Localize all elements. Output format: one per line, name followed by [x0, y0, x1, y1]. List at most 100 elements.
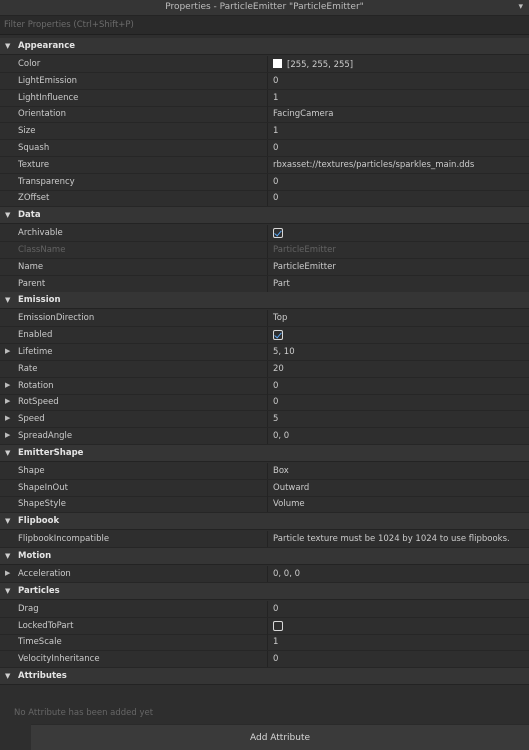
column-divider[interactable]	[267, 56, 268, 72]
column-divider[interactable]	[267, 479, 268, 496]
property-row-lifetime[interactable]: ▶ Lifetime 5, 10	[0, 344, 529, 361]
property-row-parent[interactable]: Parent Part	[0, 275, 529, 293]
property-row-enabled[interactable]: Enabled	[0, 327, 529, 345]
property-value[interactable]: 0	[273, 381, 278, 391]
collapse-arrow-icon[interactable]: ▼	[5, 552, 10, 560]
property-row-archivable[interactable]: Archivable	[0, 225, 529, 243]
column-divider[interactable]	[267, 190, 268, 207]
collapse-arrow-icon[interactable]: ▼	[5, 42, 10, 50]
column-divider[interactable]	[267, 173, 268, 190]
property-value[interactable]: Volume	[273, 499, 305, 509]
property-row-emissiondirection[interactable]: EmissionDirection Top	[0, 310, 529, 328]
property-row-rotation[interactable]: ▶ Rotation 0	[0, 377, 529, 395]
checkbox-checked-icon[interactable]	[273, 228, 283, 239]
expand-arrow-icon[interactable]: ▶	[5, 381, 10, 389]
column-divider[interactable]	[267, 327, 268, 344]
category-header-appearance[interactable]: ▼ Appearance	[0, 38, 529, 55]
expand-arrow-icon[interactable]: ▶	[5, 569, 10, 577]
property-value[interactable]: 1	[273, 637, 278, 647]
column-divider[interactable]	[267, 72, 268, 89]
property-row-transparency[interactable]: Transparency 0	[0, 173, 529, 191]
property-row-velocityinheritance[interactable]: VelocityInheritance 0	[0, 651, 529, 669]
column-divider[interactable]	[267, 123, 268, 140]
property-value[interactable]: FacingCamera	[273, 109, 334, 119]
property-row-shapestyle[interactable]: ShapeStyle Volume	[0, 496, 529, 514]
column-divider[interactable]	[267, 89, 268, 106]
category-header-particles[interactable]: ▼ Particles	[0, 582, 529, 600]
column-divider[interactable]	[267, 258, 268, 275]
property-row-speed[interactable]: ▶ Speed 5	[0, 411, 529, 429]
property-value[interactable]: 0	[273, 654, 278, 664]
collapse-arrow-icon[interactable]: ▼	[5, 672, 10, 680]
column-divider[interactable]	[267, 411, 268, 428]
property-row-lockedtopart[interactable]: LockedToPart	[0, 617, 529, 635]
property-row-name[interactable]: Name ParticleEmitter	[0, 258, 529, 276]
property-row-flipbookincompatible[interactable]: FlipbookIncompatible Particle texture mus…	[0, 531, 529, 549]
property-row-color[interactable]: Color [255, 255, 255]	[0, 56, 529, 73]
add-attribute-button[interactable]: Add Attribute	[31, 724, 529, 750]
column-divider[interactable]	[267, 360, 268, 377]
column-divider[interactable]	[267, 428, 268, 444]
property-value[interactable]: 0	[273, 604, 278, 614]
property-value[interactable]: Outward	[273, 483, 309, 493]
collapse-arrow-icon[interactable]: ▼	[5, 211, 10, 219]
column-divider[interactable]	[267, 242, 268, 258]
collapse-arrow-icon[interactable]: ▼	[5, 296, 10, 304]
column-divider[interactable]	[267, 600, 268, 617]
category-header-data[interactable]: ▼ Data	[0, 207, 529, 225]
expand-arrow-icon[interactable]: ▶	[5, 397, 10, 405]
column-divider[interactable]	[267, 140, 268, 156]
category-header-emittershape[interactable]: ▼ EmitterShape	[0, 444, 529, 462]
property-value[interactable]: 1	[273, 93, 278, 103]
property-value[interactable]	[273, 228, 283, 240]
property-value[interactable]: 0	[273, 143, 278, 153]
column-divider[interactable]	[267, 394, 268, 411]
color-swatch-icon[interactable]	[273, 59, 282, 68]
column-divider[interactable]	[267, 225, 268, 242]
column-divider[interactable]	[267, 377, 268, 394]
property-value[interactable]: 0	[273, 397, 278, 407]
property-row-zoffset[interactable]: ZOffset 0	[0, 190, 529, 208]
column-divider[interactable]	[267, 566, 268, 582]
property-row-drag[interactable]: Drag 0	[0, 600, 529, 618]
property-value[interactable]: Particle texture must be 1024 by 1024 to…	[273, 534, 510, 544]
property-row-orientation[interactable]: Orientation FacingCamera	[0, 106, 529, 124]
category-header-flipbook[interactable]: ▼ Flipbook	[0, 513, 529, 531]
column-divider[interactable]	[267, 344, 268, 360]
column-divider[interactable]	[267, 531, 268, 548]
property-row-shape[interactable]: Shape Box	[0, 462, 529, 480]
column-divider[interactable]	[267, 651, 268, 668]
column-divider[interactable]	[267, 496, 268, 513]
property-value[interactable]: [255, 255, 255]	[273, 59, 353, 70]
filter-properties-input[interactable]	[0, 16, 529, 34]
chevron-down-icon[interactable]: ▾	[518, 2, 523, 12]
property-value[interactable]: 1	[273, 126, 278, 136]
column-divider[interactable]	[267, 310, 268, 327]
property-value[interactable]: ParticleEmitter	[273, 262, 336, 272]
property-row-size[interactable]: Size 1	[0, 123, 529, 141]
property-value[interactable]: 5	[273, 414, 278, 424]
property-row-lightemission[interactable]: LightEmission 0	[0, 72, 529, 90]
column-divider[interactable]	[267, 275, 268, 292]
category-header-motion[interactable]: ▼ Motion	[0, 548, 529, 565]
property-row-squash[interactable]: Squash 0	[0, 140, 529, 157]
property-value[interactable]	[273, 620, 283, 633]
property-value[interactable]: Top	[273, 313, 287, 323]
property-row-rotspeed[interactable]: ▶ RotSpeed 0	[0, 394, 529, 412]
property-row-rate[interactable]: Rate 20	[0, 360, 529, 378]
property-value[interactable]: Part	[273, 279, 290, 289]
property-row-classname[interactable]: ClassName ParticleEmitter	[0, 242, 529, 259]
property-value[interactable]: 5, 10	[273, 347, 295, 357]
property-row-spreadangle[interactable]: ▶ SpreadAngle 0, 0	[0, 428, 529, 445]
property-value[interactable]: 0, 0	[273, 431, 289, 441]
property-value[interactable]: 0	[273, 193, 278, 203]
property-row-shapeinout[interactable]: ShapeInOut Outward	[0, 479, 529, 497]
property-row-texture[interactable]: Texture rbxasset://textures/particles/spa…	[0, 156, 529, 174]
property-value[interactable]: rbxasset://textures/particles/sparkles_m…	[273, 160, 474, 170]
column-divider[interactable]	[267, 106, 268, 123]
expand-arrow-icon[interactable]: ▶	[5, 431, 10, 439]
property-row-lightinfluence[interactable]: LightInfluence 1	[0, 89, 529, 107]
property-value[interactable]: 0	[273, 177, 278, 187]
property-value[interactable]: 20	[273, 364, 284, 374]
property-value[interactable]: 0, 0, 0	[273, 569, 300, 579]
